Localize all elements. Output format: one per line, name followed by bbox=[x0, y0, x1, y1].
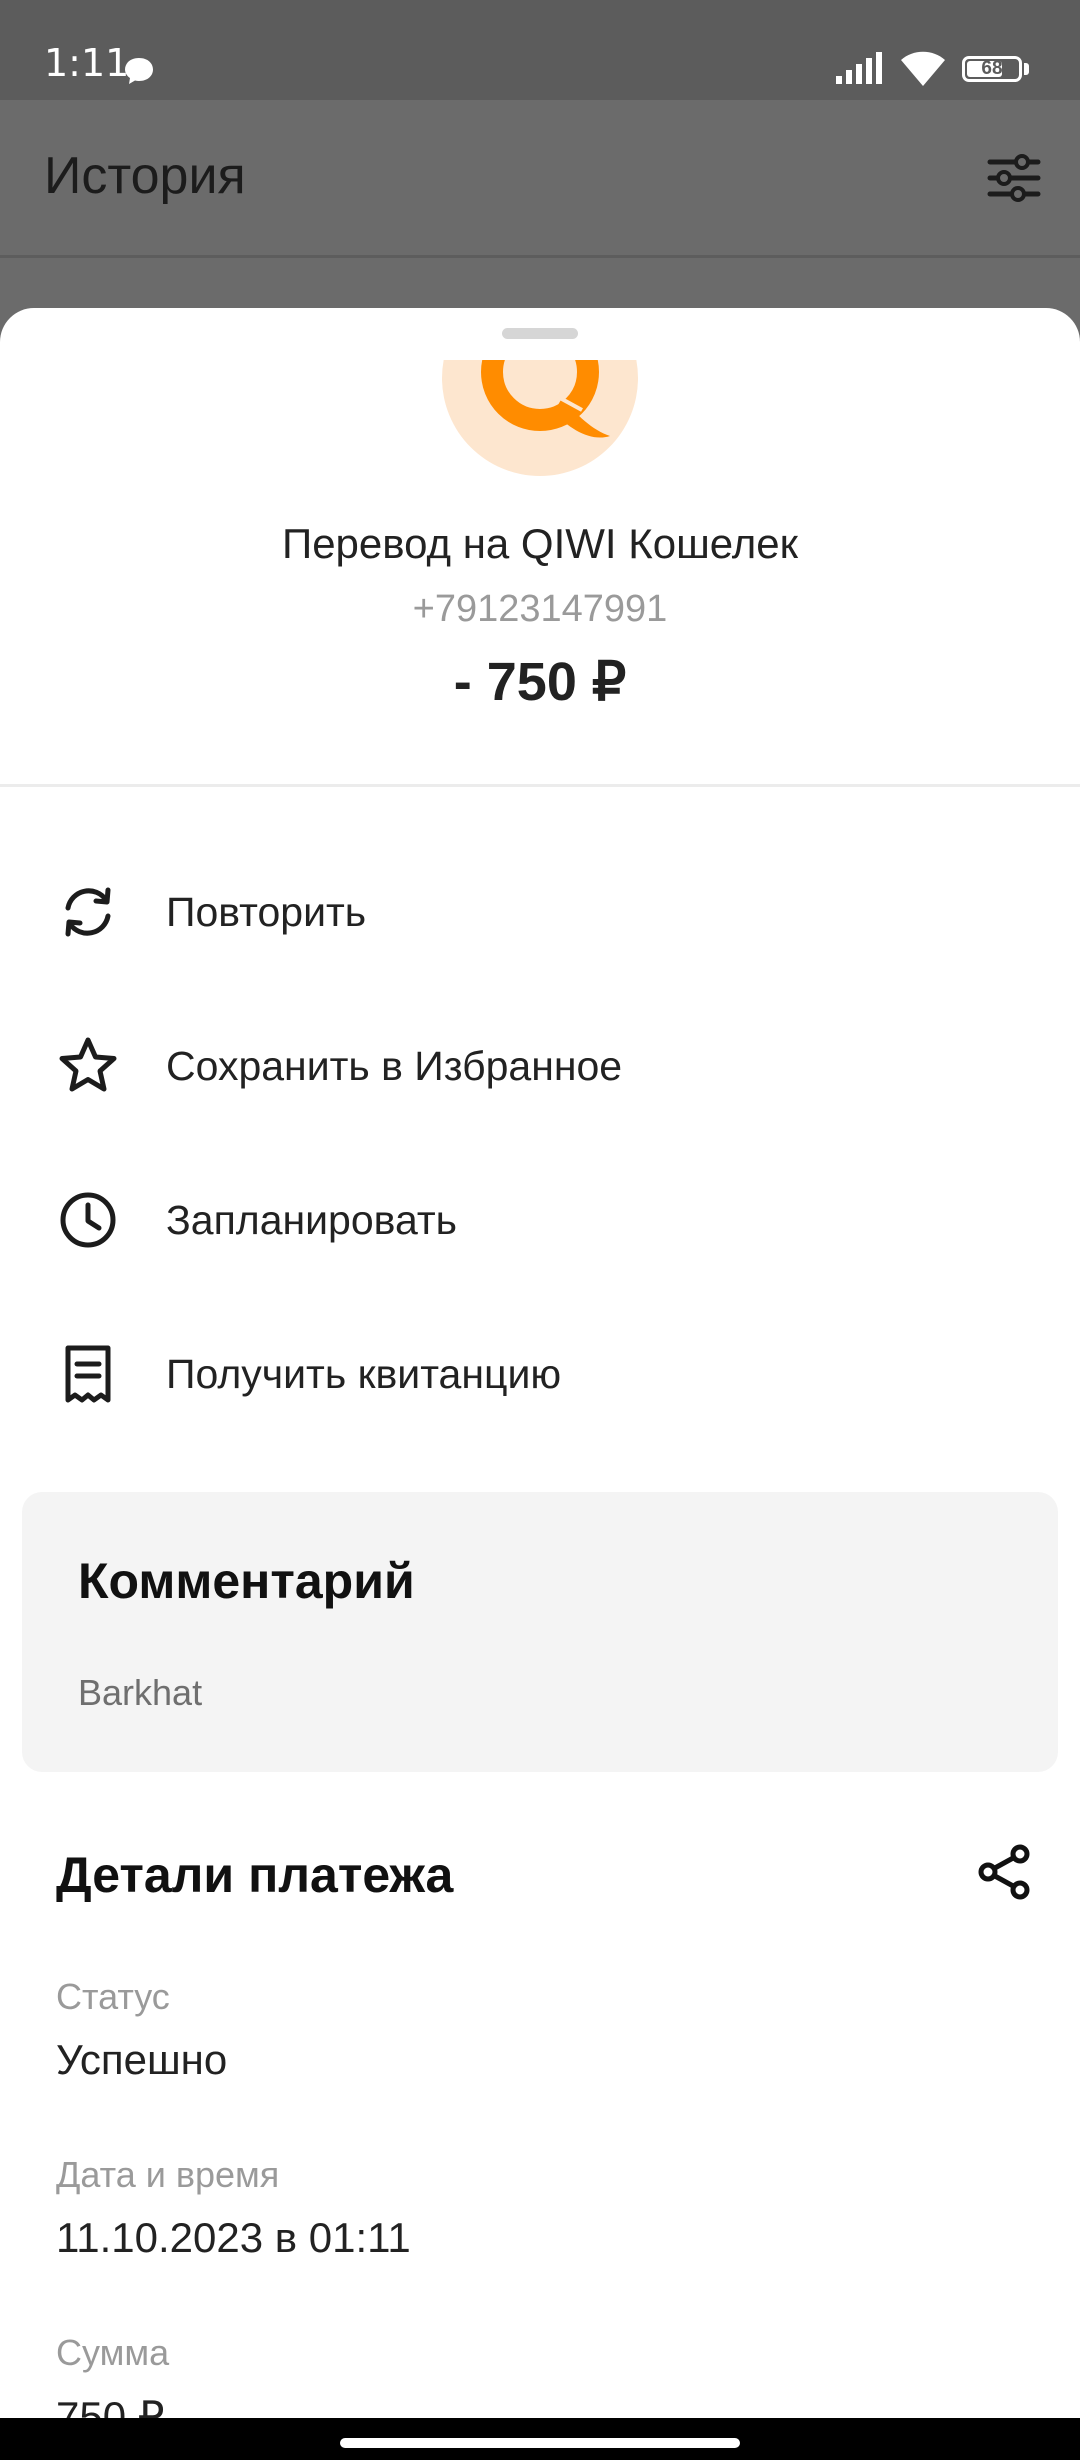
transaction-title: Перевод на QIWI Кошелек bbox=[282, 520, 798, 567]
battery-tip bbox=[1024, 63, 1029, 75]
status-label: Статус bbox=[56, 1976, 170, 2017]
status-bar: 1:11 68 bbox=[0, 0, 1080, 100]
navigation-bar bbox=[0, 2418, 1080, 2460]
home-gesture-handle[interactable] bbox=[340, 2438, 740, 2448]
battery-icon: 68 bbox=[962, 56, 1022, 82]
qiwi-logo-icon bbox=[481, 360, 610, 438]
recipient-phone: +79123147991 bbox=[412, 588, 668, 630]
amount-value: 750 ₽ bbox=[56, 2393, 165, 2418]
transaction-amount: - 750 ₽ bbox=[453, 652, 627, 712]
comment-card: Комментарий Barkhat bbox=[22, 1492, 1058, 1772]
share-icon[interactable] bbox=[972, 1840, 1036, 1904]
comment-text: Barkhat bbox=[78, 1672, 203, 1713]
status-time: 1:11 bbox=[44, 41, 130, 85]
qiwi-logo bbox=[442, 360, 638, 476]
receipt-icon bbox=[65, 1345, 111, 1403]
page-title: История bbox=[44, 147, 246, 205]
action-label: Повторить bbox=[166, 889, 367, 935]
drag-handle[interactable] bbox=[502, 328, 578, 339]
battery-level: 68 bbox=[981, 58, 1003, 79]
action-repeat[interactable]: Повторить bbox=[0, 834, 1080, 984]
datetime-value: 11.10.2023 в 01:11 bbox=[56, 2214, 411, 2261]
datetime-label: Дата и время bbox=[56, 2154, 280, 2195]
action-schedule[interactable]: Запланировать bbox=[0, 1142, 1080, 1292]
app-header: История bbox=[0, 100, 1080, 258]
action-label: Запланировать bbox=[166, 1197, 458, 1243]
comment-title: Комментарий bbox=[78, 1553, 415, 1609]
signal-icon bbox=[836, 52, 882, 84]
details-title: Детали платежа bbox=[56, 1847, 454, 1903]
amount-label: Сумма bbox=[56, 2332, 170, 2373]
clock-icon bbox=[60, 1192, 116, 1248]
message-icon bbox=[125, 58, 153, 84]
action-label: Получить квитанцию bbox=[166, 1351, 562, 1397]
transaction-sheet: Перевод на QIWI Кошелек +79123147991 - 7… bbox=[0, 308, 1080, 2418]
repeat-icon bbox=[65, 887, 111, 937]
divider bbox=[0, 784, 1080, 787]
status-value: Успешно bbox=[56, 2036, 228, 2083]
action-get-receipt[interactable]: Получить квитанцию bbox=[0, 1296, 1080, 1446]
wifi-icon bbox=[901, 51, 945, 86]
action-label: Сохранить в Избранное bbox=[166, 1043, 623, 1089]
filter-icon[interactable] bbox=[986, 150, 1042, 206]
action-save-favorite[interactable]: Сохранить в Избранное bbox=[0, 988, 1080, 1138]
star-icon bbox=[59, 1037, 117, 1092]
